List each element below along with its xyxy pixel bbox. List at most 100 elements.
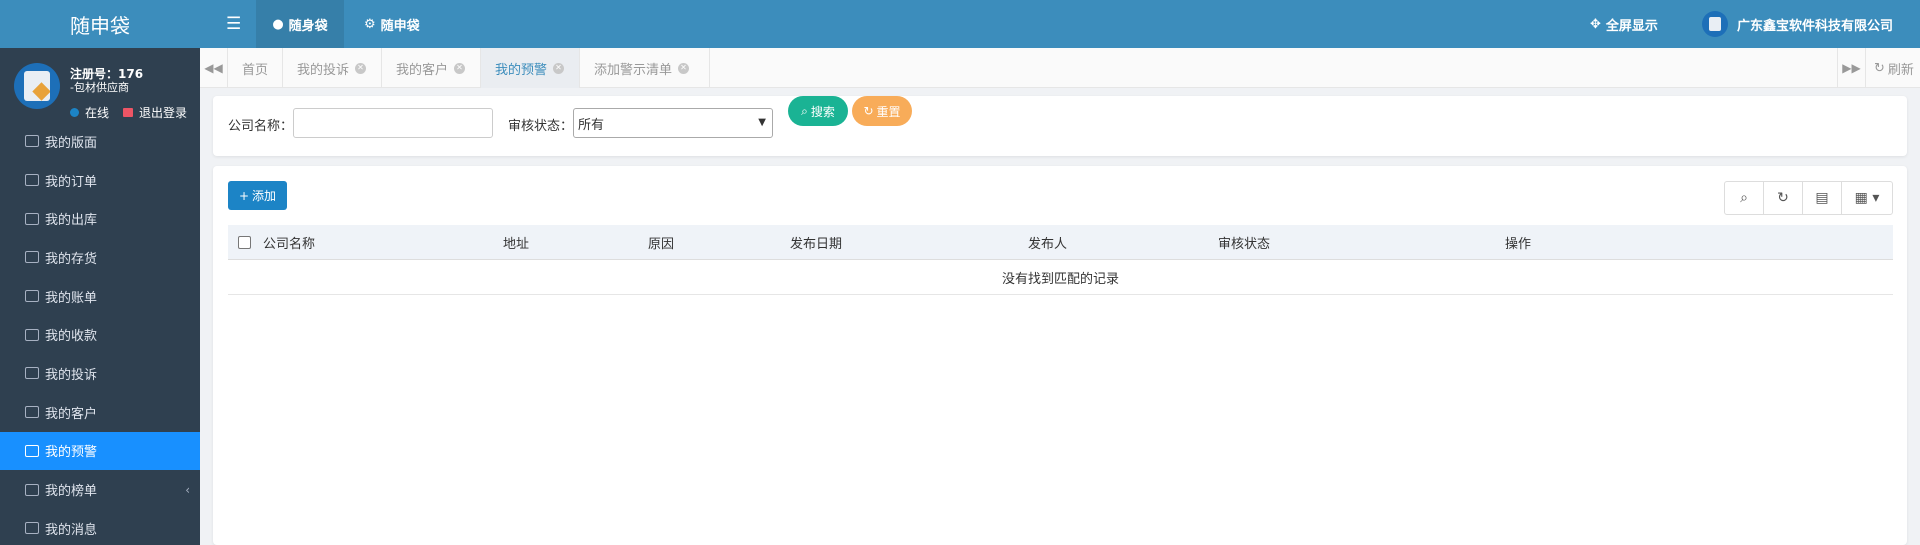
top-tab-label: 随身袋 (288, 18, 328, 34)
online-status: 在线 (85, 106, 110, 120)
sidebar-item-label: 我的订单 (45, 174, 98, 190)
toolbar-columns-button[interactable]: ▦ ▾ (1842, 182, 1892, 214)
sidebar-item-payments[interactable]: 我的收款 (0, 315, 200, 354)
table-panel: + 添加 ⌕ ↻ ▤ ▦ ▾ 公司名称 地址 原因 发布日期 发布人 审核状态 操… (213, 166, 1907, 545)
company-avatar (1702, 11, 1728, 37)
sidebar-item-messages[interactable]: 我的消息 (0, 509, 200, 545)
chevron-down-icon: ▼ (758, 117, 766, 128)
layout-icon (25, 135, 39, 148)
reset-button[interactable]: ↻ 重置 (852, 96, 912, 126)
toolbar-search-button[interactable]: ⌕ (1725, 182, 1764, 214)
bar-chart-icon (25, 483, 39, 496)
search-button-label: 搜索 (810, 104, 835, 119)
column-header[interactable]: 审核状态 (1218, 225, 1270, 260)
logout-link[interactable]: 退出登录 (139, 104, 187, 121)
company-name-input[interactable] (293, 108, 493, 138)
bus-icon (25, 212, 39, 225)
refresh-icon: ↻ (1874, 60, 1885, 76)
page-tab-home[interactable]: 首页 (228, 48, 283, 88)
toolbar-refresh-button[interactable]: ↻ (1764, 182, 1803, 214)
reset-button-label: 重置 (876, 104, 901, 119)
sidebar-item-layout[interactable]: 我的版面 (0, 122, 200, 161)
fullscreen-button[interactable]: ✥ 全屏显示 (1590, 0, 1658, 48)
column-header[interactable]: 公司名称 (263, 225, 315, 260)
refresh-icon: ↻ (1777, 190, 1789, 206)
close-icon[interactable]: ✕ (355, 62, 367, 74)
topbar: ☰ ● 随身袋 ⚙ 随申袋 ✥ 全屏显示 广东鑫宝软件科技有限公司 (200, 0, 1920, 48)
refresh-button[interactable]: ↻ 刷新 (1865, 48, 1920, 88)
tabs-scroll-left-icon[interactable]: ◀◀ (200, 48, 228, 88)
close-icon[interactable]: ✕ (553, 62, 565, 74)
page-tab-alerts[interactable]: 我的预警 ✕ (481, 48, 580, 88)
fullscreen-label: 全屏显示 (1605, 18, 1658, 34)
page-tab-complaints[interactable]: 我的投诉 ✕ (283, 48, 382, 88)
refresh-label: 刷新 (1887, 62, 1914, 78)
sidebar: 随申袋 注册号：176 -包材供应商 在线 退出登录 我的版面 我的订单 我的出… (0, 0, 200, 545)
audit-status-label: 审核状态： (508, 119, 574, 134)
sidebar-item-label: 我的出库 (45, 213, 98, 229)
list-icon: ▤ (1815, 190, 1829, 206)
sidebar-item-complaints[interactable]: 我的投诉 (0, 354, 200, 393)
sidebar-item-orders[interactable]: 我的订单 (0, 161, 200, 200)
user-role: -包材供应商 (70, 81, 129, 94)
column-header[interactable]: 发布日期 (790, 225, 842, 260)
page-tab-label: 我的客户 (396, 62, 449, 78)
online-dot-icon (70, 108, 79, 117)
page-tab-label: 我的预警 (495, 62, 548, 78)
tabs-scroll-right-icon[interactable]: ▶▶ (1837, 48, 1865, 88)
audit-status-select[interactable]: 所有 ▼ (573, 108, 773, 138)
close-icon[interactable]: ✕ (678, 62, 690, 74)
sidebar-item-bills[interactable]: 我的账单 (0, 277, 200, 316)
sidebar-item-label: 我的版面 (45, 135, 98, 151)
sidebar-item-customers[interactable]: 我的客户 (0, 393, 200, 432)
expand-icon: ✥ (1590, 16, 1601, 32)
top-tab-suishendai[interactable]: ● 随身袋 (256, 0, 344, 48)
column-header[interactable]: 操作 (1505, 225, 1531, 260)
sidebar-item-label: 我的榜单 (45, 484, 98, 500)
sidebar-item-outbound[interactable]: 我的出库 (0, 199, 200, 238)
user-avatar (14, 63, 60, 109)
column-header[interactable]: 地址 (503, 225, 529, 260)
users-icon: ● (272, 16, 284, 32)
add-button[interactable]: + 添加 (228, 181, 287, 210)
sidebar-item-label: 我的预警 (45, 445, 98, 461)
column-header[interactable]: 原因 (648, 225, 674, 260)
sidebar-item-label: 我的客户 (45, 406, 98, 422)
gear-icon: ⚙ (364, 16, 376, 32)
credit-card-icon (25, 328, 39, 341)
add-button-label: 添加 (252, 189, 277, 203)
sidebar-item-alerts[interactable]: 我的预警 (0, 431, 200, 471)
bell-slash-icon (25, 444, 39, 457)
page-tab-label: 首页 (242, 62, 269, 78)
monitor-icon (25, 174, 39, 187)
logout-icon[interactable] (123, 108, 134, 117)
table-toolbar: ⌕ ↻ ▤ ▦ ▾ (1724, 181, 1893, 215)
sidebar-item-label: 我的收款 (45, 329, 98, 345)
sidebar-menu: 我的版面 我的订单 我的出库 我的存货 我的账单 我的收款 我的投诉 我的客户 … (0, 122, 200, 545)
toolbar-toggle-view-button[interactable]: ▤ (1803, 182, 1842, 214)
select-all-checkbox[interactable] (238, 236, 251, 249)
page-tab-add-alert-list[interactable]: 添加警示清单 ✕ (580, 48, 710, 88)
search-icon: ⌕ (1740, 190, 1748, 206)
sidebar-item-inventory[interactable]: 我的存货 (0, 238, 200, 277)
globe-icon (25, 522, 39, 535)
sidebar-item-rankings[interactable]: 我的榜单 ‹ (0, 470, 200, 509)
page-tabs-bar: ◀◀ 首页 我的投诉 ✕ 我的客户 ✕ 我的预警 ✕ 添加警示清单 ✕ ▶▶ ↻ 刷新 (200, 48, 1920, 88)
close-icon[interactable]: ✕ (454, 62, 466, 74)
top-tab-suishendai-2[interactable]: ⚙ 随申袋 (364, 0, 420, 48)
sidebar-item-label: 我的投诉 (45, 367, 98, 383)
refresh-icon: ↻ (863, 104, 874, 118)
grid-icon: ▦ ▾ (1854, 190, 1880, 206)
empty-table-message: 没有找到匹配的记录 (228, 260, 1893, 295)
sidebar-item-label: 我的消息 (45, 522, 98, 538)
sidebar-item-label: 我的存货 (45, 251, 98, 267)
company-menu[interactable]: 广东鑫宝软件科技有限公司 (1702, 0, 1893, 48)
page-tab-label: 我的投诉 (297, 62, 350, 78)
chevron-left-icon: ‹ (185, 482, 190, 497)
page-tab-customers[interactable]: 我的客户 ✕ (382, 48, 481, 88)
logo-icon (24, 71, 50, 101)
hamburger-menu-icon[interactable]: ☰ (226, 14, 241, 34)
user-panel: 注册号：176 -包材供应商 在线 退出登录 (0, 48, 200, 122)
search-button[interactable]: ⌕ 搜索 (788, 96, 848, 126)
column-header[interactable]: 发布人 (1028, 225, 1067, 260)
